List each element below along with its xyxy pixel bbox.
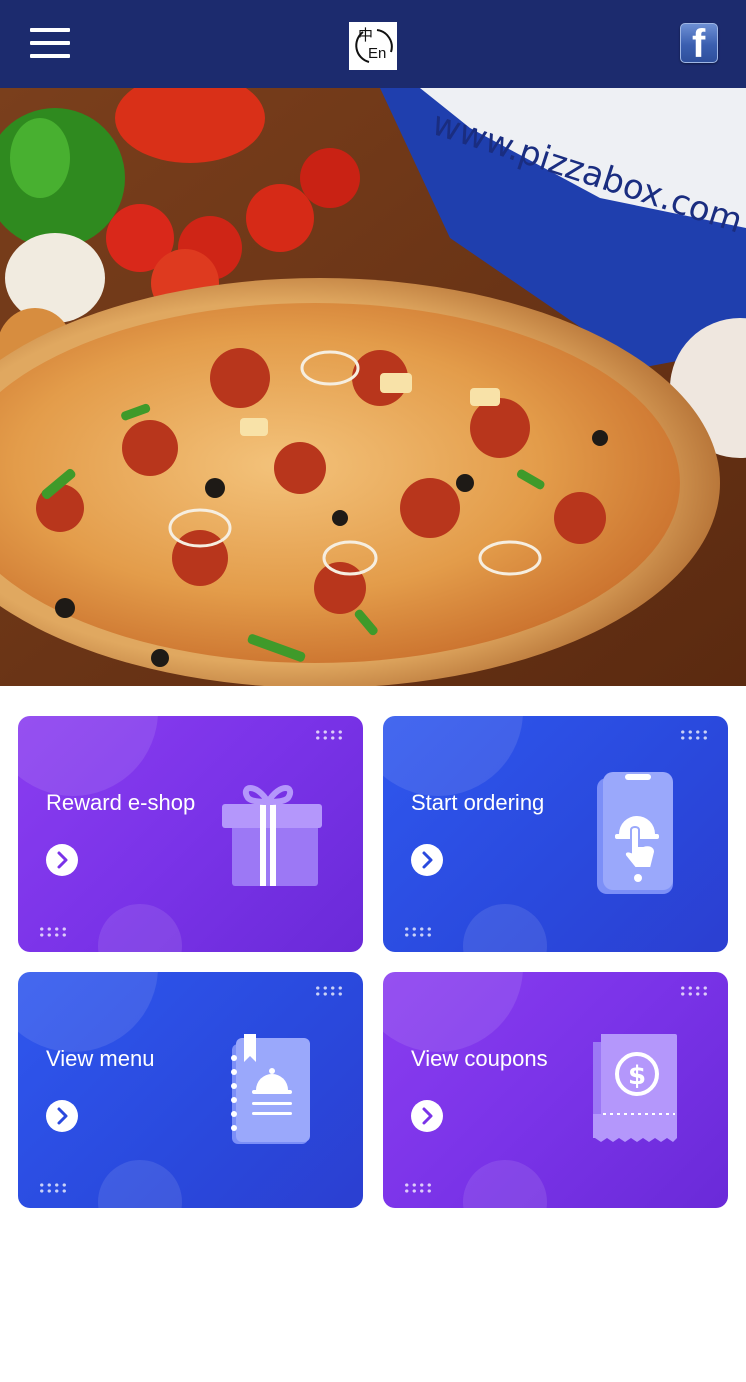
phone-order-icon	[597, 772, 673, 894]
dots-decoration	[38, 926, 68, 938]
facebook-letter: f	[692, 23, 706, 63]
language-en-label: En	[368, 45, 387, 62]
language-zh-label: 中	[358, 26, 374, 44]
tile-view-coupons[interactable]: View coupons $	[383, 972, 728, 1208]
dots-decoration	[314, 729, 344, 741]
chevron-right-icon[interactable]	[46, 1100, 78, 1132]
dots-decoration	[679, 729, 709, 741]
chevron-right-icon[interactable]	[46, 844, 78, 876]
tile-view-menu[interactable]: View menu	[18, 972, 363, 1208]
tile-title: View menu	[46, 1046, 155, 1071]
decorative-bubble	[98, 1160, 182, 1208]
decorative-bubble	[463, 1160, 547, 1208]
dots-decoration	[679, 985, 709, 997]
decorative-bubble	[383, 716, 523, 796]
menu-book-icon	[231, 1034, 310, 1144]
decorative-bubble	[18, 716, 158, 796]
decorative-bubble	[463, 904, 547, 952]
coupon-icon: $	[593, 1034, 677, 1142]
tile-title: Start ordering	[411, 790, 545, 815]
dots-decoration	[314, 985, 344, 997]
tile-title: Reward e-shop	[46, 790, 196, 815]
tile-start-ordering[interactable]: Start ordering	[383, 716, 728, 952]
facebook-icon[interactable]: f	[680, 23, 718, 63]
tile-title: View coupons	[411, 1046, 548, 1071]
top-navigation-bar: 中 En f	[0, 0, 746, 88]
dots-decoration	[403, 926, 433, 938]
pizza-banner-image: www.pizzabox.com	[0, 88, 746, 686]
chevron-right-icon[interactable]	[411, 1100, 443, 1132]
chevron-right-icon[interactable]	[411, 844, 443, 876]
gift-icon	[222, 785, 322, 886]
decorative-bubble	[383, 972, 523, 1052]
decorative-bubble	[18, 972, 158, 1052]
hamburger-menu-icon[interactable]	[30, 28, 70, 60]
decorative-bubble	[98, 904, 182, 952]
dots-decoration	[403, 1182, 433, 1194]
tile-reward-eshop[interactable]: Reward e-shop	[18, 716, 363, 952]
svg-text:$: $	[628, 1061, 646, 1091]
language-toggle-button[interactable]: 中 En	[349, 22, 397, 70]
dots-decoration	[38, 1182, 68, 1194]
